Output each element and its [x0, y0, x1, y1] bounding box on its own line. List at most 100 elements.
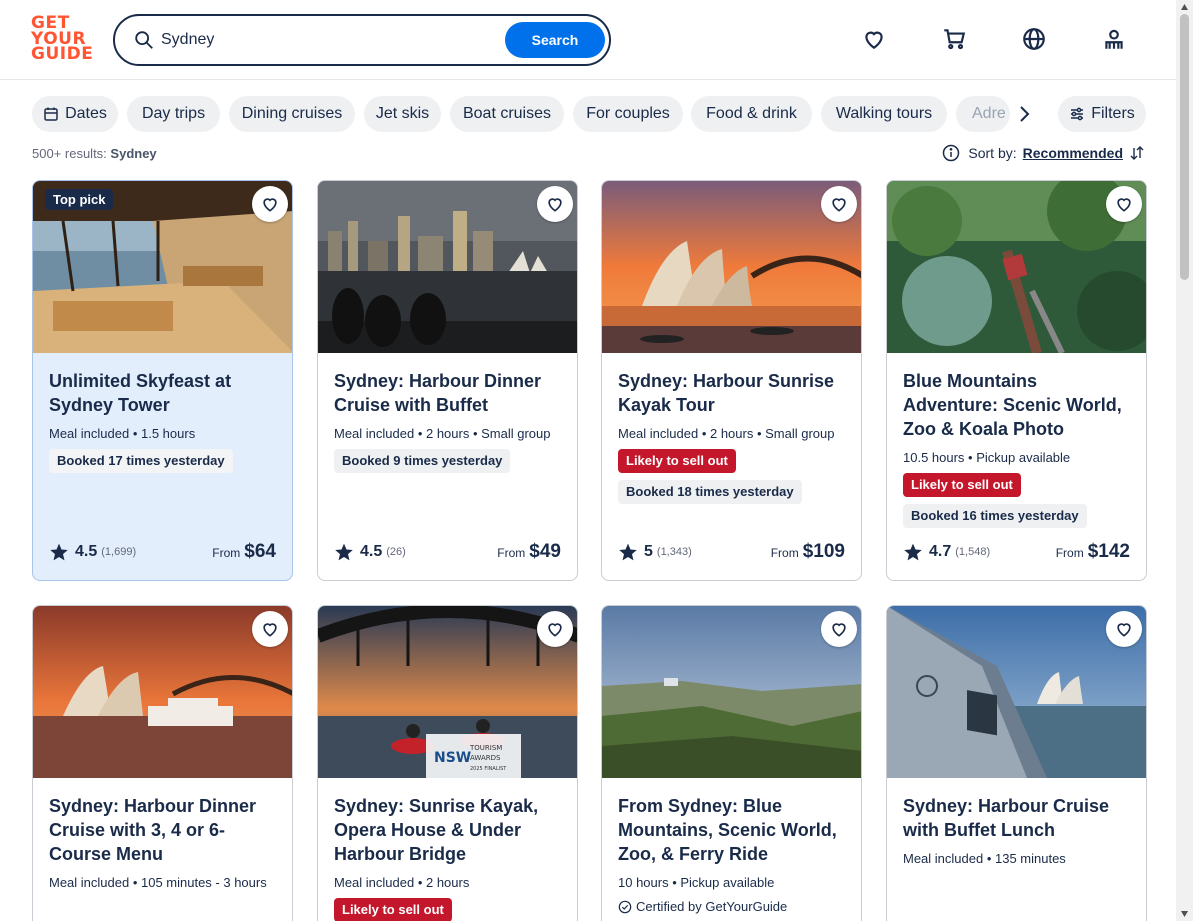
activity-meta: Meal included • 105 minutes - 3 hours — [49, 875, 267, 890]
price: From $49 — [497, 541, 561, 563]
price-amount: $49 — [529, 541, 561, 562]
card-footer: 4.5 (1,699) From $64 — [49, 540, 276, 564]
activity-title[interactable]: Sydney: Harbour Sunrise Kayak Tour — [618, 369, 848, 417]
activity-meta: Meal included • 135 minutes — [903, 851, 1066, 866]
wishlist-button[interactable] — [1106, 611, 1142, 647]
booked-badge: Booked 9 times yesterday — [334, 449, 511, 473]
scroll-up-arrow[interactable] — [1180, 3, 1189, 11]
price-from: From — [212, 546, 241, 560]
page-scrollbar[interactable] — [1176, 0, 1193, 921]
review-count: (1,699) — [101, 546, 137, 558]
heart-icon — [263, 623, 277, 637]
chevron-right-icon[interactable] — [1012, 102, 1036, 126]
booked-badge: Booked 18 times yesterday — [618, 480, 802, 504]
activity-card[interactable]: Top pick Unlimited Skyfeast at Sydney To… — [32, 180, 293, 581]
chip-label: Food & drink — [706, 105, 797, 122]
heart-icon — [832, 198, 846, 212]
chip-label: Dates — [65, 105, 107, 122]
certified-text: Certified by GetYourGuide — [636, 899, 788, 914]
info-icon[interactable] — [942, 144, 960, 162]
activity-title[interactable]: Sydney: Harbour Dinner Cruise with 3, 4 … — [49, 794, 279, 866]
chip-label: Walking tours — [835, 105, 933, 122]
chip-for-couples[interactable]: For couples — [573, 96, 683, 132]
nsw-logo-text: NSW — [434, 750, 471, 766]
activity-card[interactable]: Sydney: Harbour Sunrise Kayak Tour Meal … — [601, 180, 862, 581]
activity-card[interactable]: From Sydney: Blue Mountains, Scenic Worl… — [601, 605, 862, 921]
heart-icon — [263, 198, 277, 212]
chip-boat-cruises[interactable]: Boat cruises — [450, 96, 564, 132]
chip-label: Day trips — [141, 105, 206, 122]
booked-badge: Booked 16 times yesterday — [903, 504, 1087, 528]
rating-value: 4.5 — [75, 543, 98, 560]
likely-to-sell-out-badge: Likely to sell out — [334, 898, 452, 921]
activity-title[interactable]: Unlimited Skyfeast at Sydney Tower — [49, 369, 279, 417]
results-query: Sydney — [110, 146, 157, 161]
activity-meta: Meal included • 2 hours • Small group — [334, 426, 551, 441]
activity-meta: Meal included • 2 hours • Small group — [618, 426, 835, 441]
getyourguide-logo[interactable]: GET YOUR GUIDE — [31, 15, 94, 64]
activity-meta: 10 hours • Pickup available — [618, 875, 775, 890]
award-line3: 2025 FINALIST — [470, 766, 507, 772]
activity-title[interactable]: From Sydney: Blue Mountains, Scenic Worl… — [618, 794, 848, 866]
activity-card[interactable]: Blue Mountains Adventure: Scenic World, … — [886, 180, 1147, 581]
chip-walking-tours[interactable]: Walking tours — [821, 96, 947, 132]
price-from: From — [1055, 546, 1084, 560]
calendar-icon — [44, 107, 58, 121]
wishlist-button[interactable] — [537, 611, 573, 647]
heart-icon[interactable] — [861, 26, 887, 52]
wishlist-button[interactable] — [821, 611, 857, 647]
chip-label: Jet skis — [375, 105, 430, 122]
sliders-icon — [1071, 107, 1084, 121]
chip-dining-cruises[interactable]: Dining cruises — [229, 96, 355, 132]
heart-icon — [1117, 198, 1131, 212]
review-count: (26) — [386, 546, 406, 558]
wishlist-button[interactable] — [252, 611, 288, 647]
filters-button[interactable]: Filters — [1058, 96, 1146, 132]
scroll-down-arrow[interactable] — [1180, 910, 1189, 918]
header: GET YOUR GUIDE Search — [0, 0, 1176, 80]
heart-icon — [548, 198, 562, 212]
sort-label: Sort by: — [968, 145, 1017, 161]
wishlist-button[interactable] — [821, 186, 857, 222]
wishlist-button[interactable] — [1106, 186, 1142, 222]
globe-icon[interactable] — [1021, 26, 1047, 52]
sort-arrows-icon — [1130, 146, 1144, 160]
chip-label: For couples — [586, 105, 670, 122]
activity-card[interactable]: NSW TOURISM AWARDS 2025 FINALIST Sydney:… — [317, 605, 578, 921]
sort-control[interactable]: Sort by: Recommended — [942, 144, 1145, 162]
activity-card[interactable]: Sydney: Harbour Dinner Cruise with 3, 4 … — [32, 605, 293, 921]
top-pick-badge: Top pick — [45, 189, 114, 210]
activity-title[interactable]: Sydney: Harbour Dinner Cruise with Buffe… — [334, 369, 564, 417]
cart-icon[interactable] — [941, 26, 967, 52]
activity-card[interactable]: Sydney: Harbour Dinner Cruise with Buffe… — [317, 180, 578, 581]
sort-value[interactable]: Recommended — [1023, 145, 1123, 161]
activity-meta: Meal included • 1.5 hours — [49, 426, 196, 441]
chip-dates[interactable]: Dates — [32, 96, 118, 132]
price: From $109 — [771, 541, 845, 563]
likely-to-sell-out-badge: Likely to sell out — [618, 449, 736, 473]
activity-title[interactable]: Blue Mountains Adventure: Scenic World, … — [903, 369, 1133, 441]
activity-card[interactable]: Sydney: Harbour Cruise with Buffet Lunch… — [886, 605, 1147, 921]
wishlist-button[interactable] — [537, 186, 573, 222]
wishlist-button[interactable] — [252, 186, 288, 222]
logo-line3: GUIDE — [31, 44, 94, 64]
results-count-text: 500+ results: — [32, 146, 107, 161]
chip-adrenaline[interactable]: Adre — [956, 96, 1010, 132]
chip-day-trips[interactable]: Day trips — [127, 96, 220, 132]
price-amount: $142 — [1087, 541, 1130, 562]
search-icon — [135, 31, 153, 49]
heart-icon — [548, 623, 562, 637]
star-icon — [50, 543, 68, 561]
certified-label: Certified by GetYourGuide — [618, 899, 848, 914]
chip-food-drink[interactable]: Food & drink — [691, 96, 812, 132]
activity-title[interactable]: Sydney: Sunrise Kayak, Opera House & Und… — [334, 794, 564, 866]
search-button[interactable]: Search — [505, 22, 605, 58]
search-input[interactable] — [161, 26, 501, 54]
rating-value: 5 — [644, 543, 653, 560]
chip-jet-skis[interactable]: Jet skis — [364, 96, 441, 132]
scrollbar-thumb[interactable] — [1180, 14, 1189, 280]
profile-icon[interactable] — [1101, 26, 1127, 52]
price-from: From — [770, 546, 799, 560]
activity-title[interactable]: Sydney: Harbour Cruise with Buffet Lunch — [903, 794, 1133, 842]
rating-value: 4.7 — [929, 543, 952, 560]
